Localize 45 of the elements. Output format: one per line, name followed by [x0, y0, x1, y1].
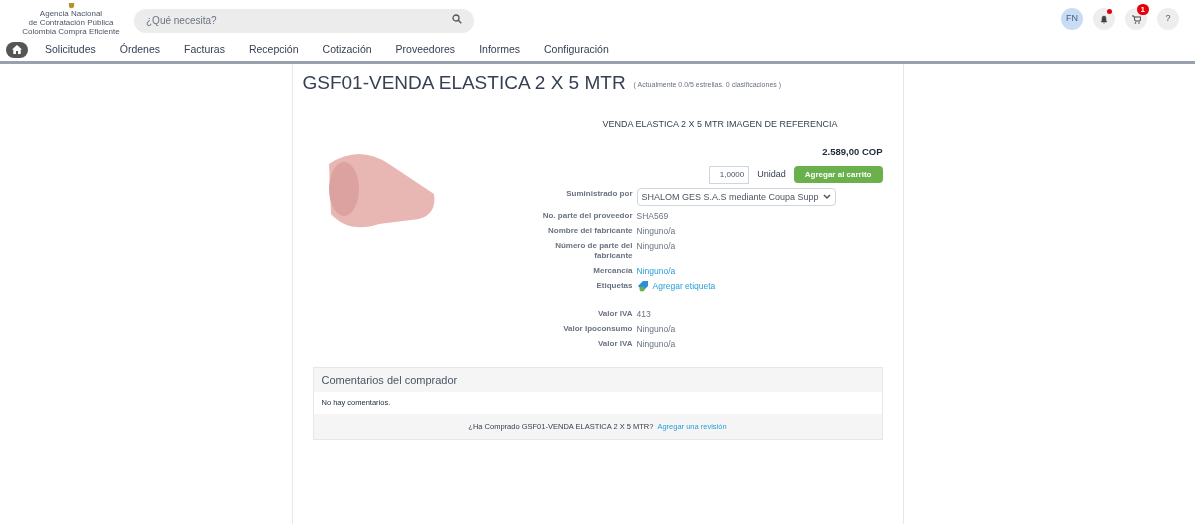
- nav-tab[interactable]: Cotización: [315, 41, 379, 58]
- detail-label: Número de parte del fabricante: [554, 239, 633, 261]
- detail-label: Valor IVA: [596, 307, 633, 319]
- price: 2.589,00 COP: [822, 144, 883, 159]
- logo-text: de Contratación Pública: [28, 18, 114, 27]
- detail-label: Suministrado por: [565, 187, 633, 200]
- user-avatar[interactable]: FN: [1061, 8, 1083, 30]
- unit-label: Unidad: [757, 168, 786, 181]
- tag-icon: [636, 279, 649, 292]
- nav-tab[interactable]: Proveedores: [388, 41, 463, 58]
- logo-text: Colombia Compra Eficiente: [22, 27, 120, 36]
- comments-title: Comentarios del comprador: [320, 372, 459, 388]
- search-icon: [452, 14, 462, 24]
- notifications-button[interactable]: [1093, 8, 1115, 30]
- cart-count-badge: 1: [1136, 4, 1149, 15]
- nav-tab[interactable]: Informes: [472, 41, 527, 58]
- detail-label: Valor IVA: [596, 337, 633, 349]
- logo-text: Agencia Nacional: [39, 9, 103, 18]
- chevron-icon: [822, 193, 831, 200]
- detail-value: Ninguno/a: [636, 337, 676, 349]
- supplier-select[interactable]: SHALOM GES S.A.S mediante Coupa Supp: [636, 187, 836, 206]
- nav-tab[interactable]: Solicitudes: [38, 41, 103, 58]
- detail-value: SHA569: [636, 209, 669, 221]
- home-icon[interactable]: [6, 41, 28, 58]
- detail-value: Ninguno/a: [636, 224, 676, 236]
- bell-icon: [1100, 14, 1108, 24]
- detail-label: Valor Ipoconsumo: [562, 322, 633, 334]
- cart-icon: [1131, 14, 1141, 24]
- nav-tab[interactable]: Órdenes: [112, 41, 168, 58]
- nav-tab[interactable]: Recepción: [241, 41, 306, 58]
- product-title: GSF01-VENDA ELASTICA 2 X 5 MTR: [302, 72, 626, 94]
- detail-label: Mercancía: [592, 264, 633, 276]
- detail-label: No. parte del proveedor: [541, 209, 633, 221]
- detail-value: 413: [636, 307, 651, 319]
- nav-tab[interactable]: Configuración: [537, 41, 616, 58]
- detail-label: Etiquetas: [595, 279, 633, 292]
- quantity-field[interactable]: 1,0000: [709, 165, 750, 184]
- image-caption: VENDA ELASTICA 2 X 5 MTR IMAGEN DE REFERENCIA: [602, 118, 839, 131]
- search-field[interactable]: ¿Qué necesita?: [134, 8, 474, 33]
- detail-value: Ninguno/a: [636, 322, 676, 334]
- nav-tab[interactable]: Facturas: [177, 41, 232, 58]
- detail-label: Nombre del fabricante: [547, 224, 633, 236]
- detail-value: Ninguno/a: [636, 239, 676, 253]
- coat-of-arms-icon: [67, 2, 75, 9]
- help-button[interactable]: ?: [1157, 8, 1179, 30]
